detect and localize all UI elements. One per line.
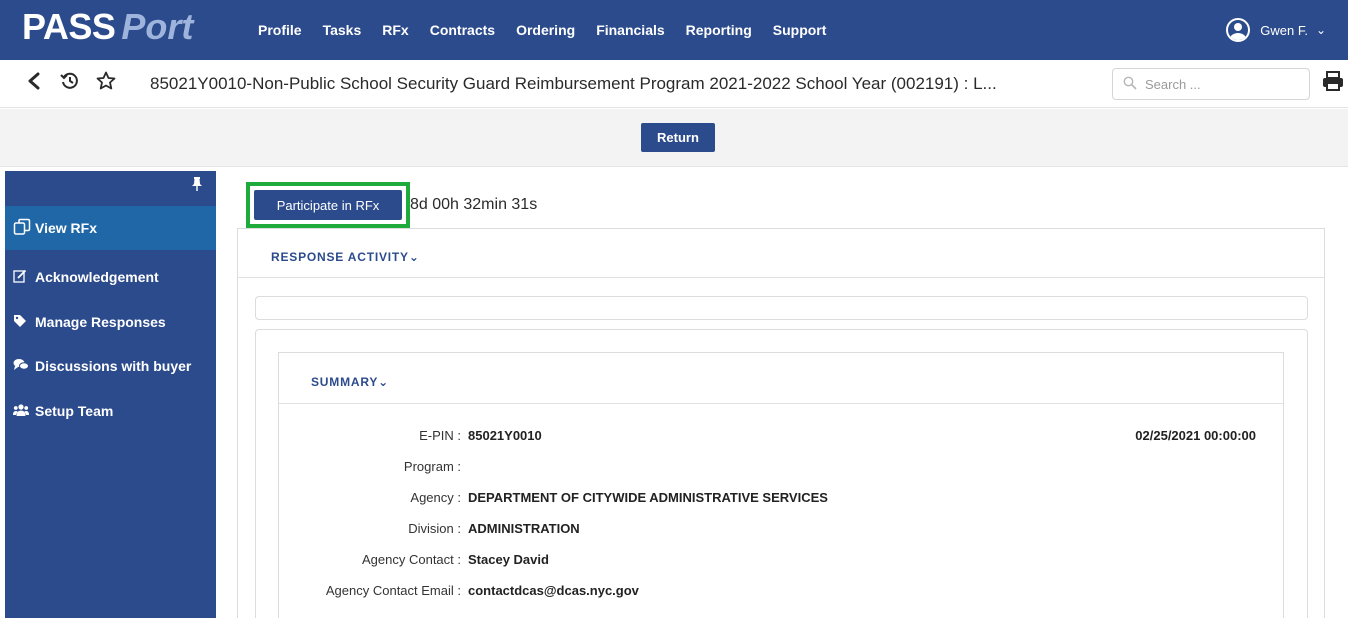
field-label: Agency Contact : [362, 552, 461, 567]
details-container: SUMMARY⌄ 02/25/2021 00:00:00 E-PIN : 850… [255, 329, 1308, 618]
main-menu: Profile Tasks RFx Contracts Ordering Fin… [258, 0, 847, 60]
summary-title: SUMMARY [311, 375, 379, 389]
field-row-program: Program : [279, 459, 1283, 479]
back-icon[interactable] [24, 72, 44, 96]
logo-port-text: Port [121, 6, 194, 47]
field-value: 85021Y0010 [468, 428, 542, 443]
sidebar-item-label: Setup Team [35, 403, 114, 419]
empty-response-box [255, 296, 1308, 320]
record-title-bar: 85021Y0010-Non-Public School Security Gu… [0, 60, 1348, 108]
sidebar-item-discussions[interactable]: Discussions with buyer [5, 344, 216, 388]
chevron-down-icon: ⌄ [1315, 23, 1326, 37]
field-value: DEPARTMENT OF CITYWIDE ADMINISTRATIVE SE… [468, 490, 828, 505]
users-icon [13, 403, 35, 420]
countdown-timer: 8d 00h 32min 31s [410, 196, 538, 213]
logo-pass-text: PASS [22, 6, 116, 47]
response-activity-toggle[interactable]: RESPONSE ACTIVITY⌄ [271, 229, 420, 286]
response-activity-header: RESPONSE ACTIVITY⌄ [238, 229, 1324, 278]
participate-in-rfx-button[interactable]: Participate in RFx [254, 190, 402, 220]
return-button[interactable]: Return [641, 123, 715, 152]
field-row-agency-contact-email: Agency Contact Email : contactdcas@dcas.… [279, 583, 1283, 603]
copy-icon [13, 218, 35, 239]
field-row-agency-contact: Agency Contact : Stacey David [279, 552, 1283, 572]
chevron-down-icon: ⌄ [408, 250, 420, 264]
top-navigation-bar: PASS Port Profile Tasks RFx Contracts Or… [0, 0, 1348, 60]
chevron-down-icon: ⌄ [378, 375, 390, 389]
menu-item-tasks[interactable]: Tasks [323, 22, 362, 38]
participate-highlight: Participate in RFx [246, 182, 410, 228]
print-icon[interactable] [1322, 70, 1344, 92]
field-value: Stacey David [468, 552, 549, 567]
field-label: Division : [408, 521, 461, 536]
menu-item-support[interactable]: Support [773, 22, 827, 38]
star-icon[interactable] [96, 71, 116, 97]
sidebar-item-label: View RFx [35, 220, 97, 236]
menu-item-ordering[interactable]: Ordering [516, 22, 575, 38]
field-label: Program : [403, 459, 461, 474]
summary-panel: SUMMARY⌄ 02/25/2021 00:00:00 E-PIN : 850… [278, 352, 1284, 618]
field-row-agency: Agency : DEPARTMENT OF CITYWIDE ADMINIST… [279, 490, 1283, 510]
menu-item-contracts[interactable]: Contracts [430, 22, 495, 38]
main-content: Participate in RFx 8d 00h 32min 31s RESP… [222, 167, 1348, 618]
field-row-epin: E-PIN : 85021Y0010 [279, 428, 1283, 448]
menu-item-reporting[interactable]: Reporting [686, 22, 752, 38]
user-name: Gwen F. [1260, 22, 1308, 38]
user-menu[interactable]: Gwen F. ⌄ [1226, 0, 1326, 60]
pin-icon[interactable] [191, 177, 203, 194]
sidebar-item-label: Manage Responses [35, 314, 166, 330]
sidebar-item-view-rfx[interactable]: View RFx [5, 206, 216, 250]
edit-icon [13, 269, 35, 286]
sidebar-item-label: Discussions with buyer [35, 358, 192, 374]
user-avatar-icon [1226, 18, 1251, 42]
search-icon [1123, 76, 1137, 93]
menu-item-rfx[interactable]: RFx [382, 22, 408, 38]
sidebar-item-setup-team[interactable]: Setup Team [5, 389, 216, 433]
comments-icon [13, 358, 35, 375]
menu-item-profile[interactable]: Profile [258, 22, 302, 38]
title-bar-icons [24, 60, 132, 108]
sidebar-item-manage-responses[interactable]: Manage Responses [5, 300, 216, 344]
action-strip: Return [0, 109, 1348, 167]
record-title: 85021Y0010-Non-Public School Security Gu… [150, 74, 997, 93]
response-activity-title: RESPONSE ACTIVITY [271, 250, 409, 264]
summary-toggle[interactable]: SUMMARY⌄ [311, 353, 389, 411]
menu-item-financials[interactable]: Financials [596, 22, 664, 38]
sidebar-item-label: Acknowledgement [35, 269, 159, 285]
search-placeholder: Search ... [1145, 76, 1201, 92]
field-row-division: Division : ADMINISTRATION [279, 521, 1283, 541]
field-label: Agency Contact Email : [325, 583, 461, 598]
sidebar: View RFx Acknowledgement Manage Response… [5, 171, 216, 618]
passport-logo[interactable]: PASS Port [22, 6, 193, 52]
tag-icon [13, 314, 35, 331]
field-label: E-PIN : [419, 428, 461, 443]
summary-header: SUMMARY⌄ [279, 353, 1283, 404]
history-icon[interactable] [60, 71, 80, 97]
search-input[interactable]: Search ... [1112, 68, 1310, 100]
field-label: Agency : [410, 490, 461, 505]
sidebar-item-acknowledgement[interactable]: Acknowledgement [5, 255, 216, 299]
field-value: ADMINISTRATION [468, 521, 580, 536]
response-activity-panel: RESPONSE ACTIVITY⌄ SUMMARY⌄ 02/25/2021 0… [237, 228, 1325, 618]
field-value[interactable]: contactdcas@dcas.nyc.gov [468, 583, 639, 598]
